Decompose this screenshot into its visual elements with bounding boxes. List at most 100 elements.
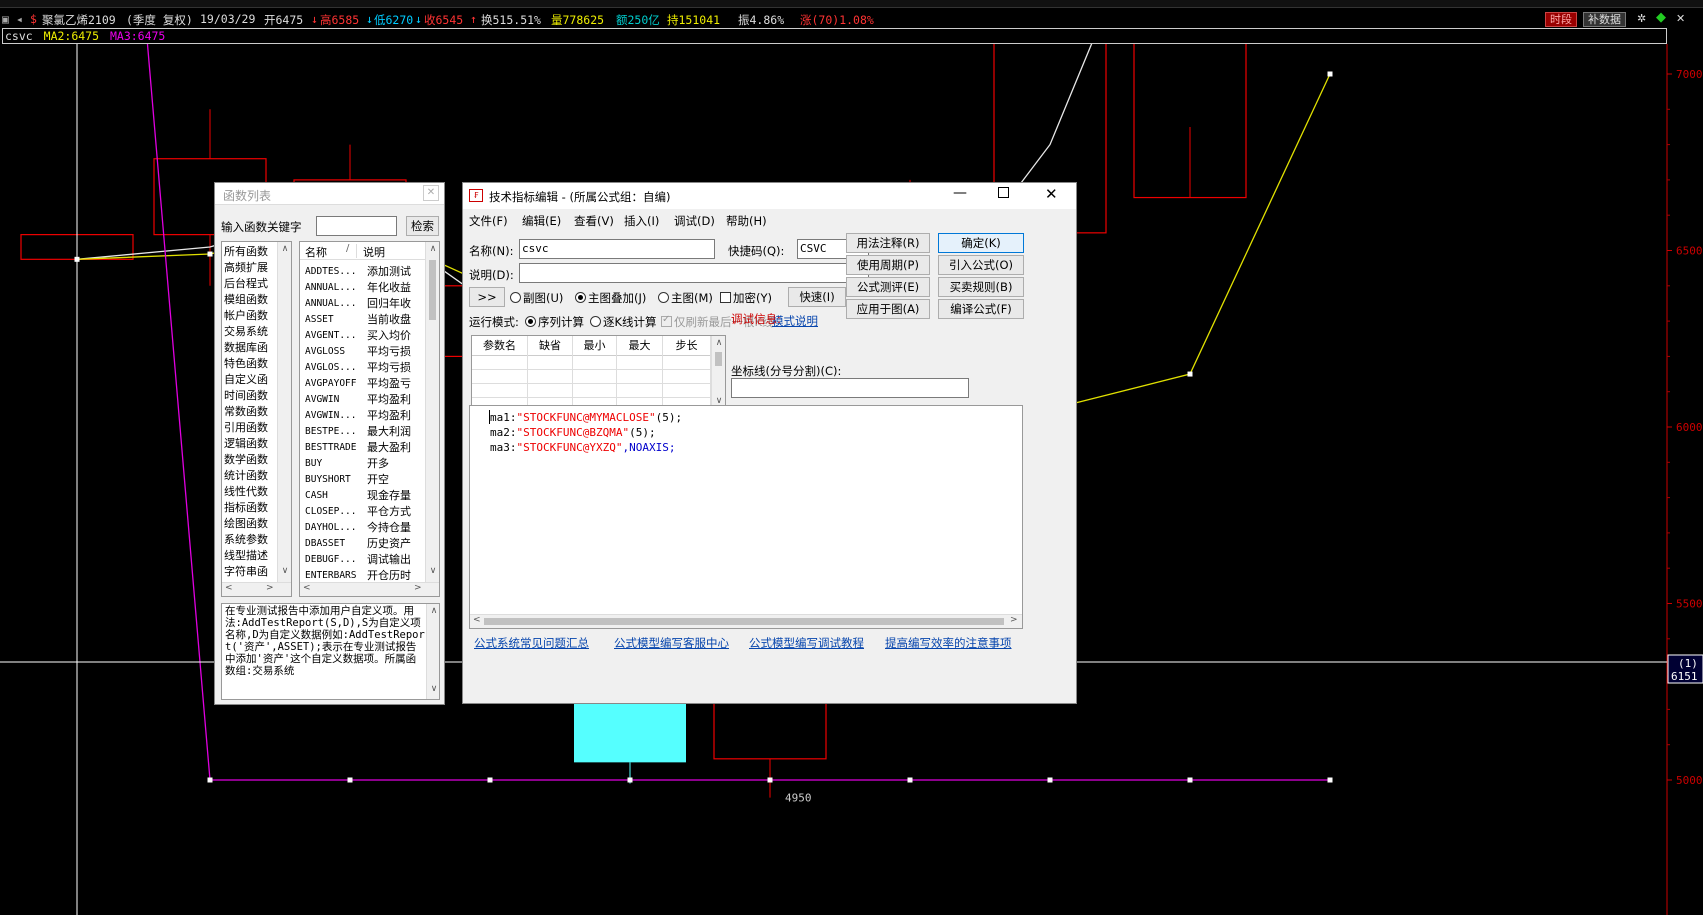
chevron-up-icon[interactable]: ∧	[712, 338, 725, 348]
category-item[interactable]: 线性代数	[224, 484, 279, 500]
param-cell[interactable]	[472, 356, 528, 370]
minimize-icon[interactable]: —	[953, 185, 967, 201]
radio-subchart[interactable]: 副图(U)	[510, 290, 563, 306]
param-cell[interactable]	[617, 384, 663, 398]
function-row[interactable]: AVGENT... 买入均价	[305, 328, 423, 344]
param-cell[interactable]	[528, 356, 573, 370]
param-cell[interactable]	[573, 384, 617, 398]
param-cell[interactable]	[528, 384, 573, 398]
function-row[interactable]: ADDTES... 添加测试	[305, 264, 423, 280]
param-cell[interactable]	[528, 370, 573, 384]
scroll-thumb[interactable]	[715, 352, 722, 366]
function-search-input[interactable]	[316, 216, 397, 236]
timeshare-button[interactable]: 时段	[1545, 12, 1577, 27]
function-row[interactable]: AVGWIN 平均盈利	[305, 392, 423, 408]
encrypt-checkbox[interactable]: 加密(Y)	[720, 290, 772, 306]
param-col-header[interactable]: 最大	[617, 336, 663, 356]
param-cell[interactable]	[472, 370, 528, 384]
category-scrollbar[interactable]: ∧ ∨	[277, 242, 291, 582]
scroll-thumb[interactable]	[429, 260, 436, 320]
formula-desc-input[interactable]	[519, 263, 869, 283]
axis-lines-input[interactable]	[731, 378, 969, 398]
function-row[interactable]: DBASSET 历史资产	[305, 536, 423, 552]
param-cell[interactable]	[663, 370, 711, 384]
param-cell[interactable]	[663, 384, 711, 398]
chevron-left-icon[interactable]: <	[225, 583, 233, 593]
category-item[interactable]: 帐户函数	[224, 308, 279, 324]
function-row[interactable]: BESTPE... 最大利润	[305, 424, 423, 440]
code-line[interactable]: ma2:"STOCKFUNC@BZQMA"(5);	[490, 425, 1010, 440]
chevron-right-icon[interactable]: >	[414, 583, 422, 593]
chevron-left-icon[interactable]: <	[303, 583, 311, 593]
radio-main-overlay[interactable]: 主图叠加(J)	[575, 290, 646, 306]
editor-button[interactable]: 用法注释(R)	[846, 233, 930, 253]
editor-button[interactable]: 买卖规则(B)	[938, 277, 1024, 297]
category-item[interactable]: 字符串函	[224, 564, 279, 580]
category-item[interactable]: 时间函数	[224, 388, 279, 404]
category-item[interactable]: 绘图函数	[224, 516, 279, 532]
function-row[interactable]: BUYSHORT 开空	[305, 472, 423, 488]
function-row[interactable]: AVGLOSS 平均亏损	[305, 344, 423, 360]
menu-item[interactable]: 调试(D)	[674, 213, 715, 229]
category-item[interactable]: 线型描述	[224, 548, 279, 564]
category-item[interactable]: 特色函数	[224, 356, 279, 372]
function-row[interactable]: AVGPAYOFF 平均盈亏	[305, 376, 423, 392]
param-col-header[interactable]: 缺省	[528, 336, 573, 356]
menu-item[interactable]: 查看(V)	[574, 213, 614, 229]
search-button[interactable]: 检索	[406, 216, 439, 236]
editor-button[interactable]: 编译公式(F)	[938, 299, 1024, 319]
param-cell[interactable]	[573, 356, 617, 370]
editor-button[interactable]: 公式测评(E)	[846, 277, 930, 297]
speed-button[interactable]: 快速(I)	[788, 287, 846, 307]
chevron-left-icon[interactable]: <	[473, 615, 481, 625]
chevron-down-icon[interactable]: ∨	[427, 684, 439, 694]
help-link[interactable]: 提高编写效率的注意事项	[885, 635, 1012, 651]
category-item[interactable]: 常数函数	[224, 404, 279, 420]
col-name-header[interactable]: 名称	[305, 244, 327, 260]
param-cell[interactable]	[617, 370, 663, 384]
help-link[interactable]: 公式模型编写客服中心	[614, 635, 729, 651]
category-item[interactable]: 数据库函	[224, 340, 279, 356]
menu-item[interactable]: 编辑(E)	[522, 213, 561, 229]
close-icon[interactable]: ✕	[1672, 12, 1689, 27]
expand-button[interactable]: >>	[469, 287, 505, 307]
chevron-right-icon[interactable]: >	[1010, 615, 1018, 625]
param-cell[interactable]	[617, 356, 663, 370]
category-item[interactable]: 后台程式	[224, 276, 279, 292]
category-item[interactable]: 统计函数	[224, 468, 279, 484]
settings-icon[interactable]: ✲	[1633, 12, 1650, 27]
chevron-up-icon[interactable]: ∧	[278, 244, 291, 254]
editor-button[interactable]: 确定(K)	[938, 233, 1024, 253]
menu-icon[interactable]: ▣	[2, 12, 9, 26]
param-scrollbar[interactable]: ∧ ∨	[711, 336, 725, 411]
category-item[interactable]: 自定义函	[224, 372, 279, 388]
menu-item[interactable]: 文件(F)	[469, 213, 508, 229]
category-hscrollbar[interactable]: < >	[222, 582, 291, 596]
param-col-header[interactable]: 步长	[663, 336, 711, 356]
function-hscrollbar[interactable]: < >	[300, 582, 439, 596]
category-item[interactable]: 指标函数	[224, 500, 279, 516]
chevron-up-icon[interactable]: ∧	[427, 606, 439, 616]
param-cell[interactable]	[663, 356, 711, 370]
editor-button[interactable]: 引入公式(O)	[938, 255, 1024, 275]
editor-button[interactable]: 应用于图(A)	[846, 299, 930, 319]
function-row[interactable]: AVGWIN... 平均盈利	[305, 408, 423, 424]
supplement-data-button[interactable]: 补数据	[1583, 12, 1626, 27]
menu-item[interactable]: 插入(I)	[624, 213, 659, 229]
category-item[interactable]: 高频扩展	[224, 260, 279, 276]
prev-icon[interactable]: ◂	[16, 12, 23, 26]
category-item[interactable]: 交易系统	[224, 324, 279, 340]
function-row[interactable]: AVGLOS... 平均亏损	[305, 360, 423, 376]
category-item[interactable]: 系统参数	[224, 532, 279, 548]
code-line[interactable]: ma1:"STOCKFUNC@MYMACLOSE"(5);	[490, 410, 1010, 425]
function-row[interactable]: DAYHOL... 今持仓量	[305, 520, 423, 536]
function-row[interactable]: DEBUGF... 调试输出	[305, 552, 423, 568]
category-item[interactable]: 逻辑函数	[224, 436, 279, 452]
radio-sequence[interactable]: 序列计算	[525, 314, 584, 330]
function-row[interactable]: ASSET 当前收盘	[305, 312, 423, 328]
col-desc-header[interactable]: 说明	[363, 244, 385, 260]
function-row[interactable]: ANNUAL... 年化收益	[305, 280, 423, 296]
function-table[interactable]: 名称 / 说明 ADDTES... 添加测试 ANNUAL... 年化收益 ANNUAL…	[299, 241, 440, 597]
category-item[interactable]: 数学函数	[224, 452, 279, 468]
param-cell[interactable]	[573, 370, 617, 384]
